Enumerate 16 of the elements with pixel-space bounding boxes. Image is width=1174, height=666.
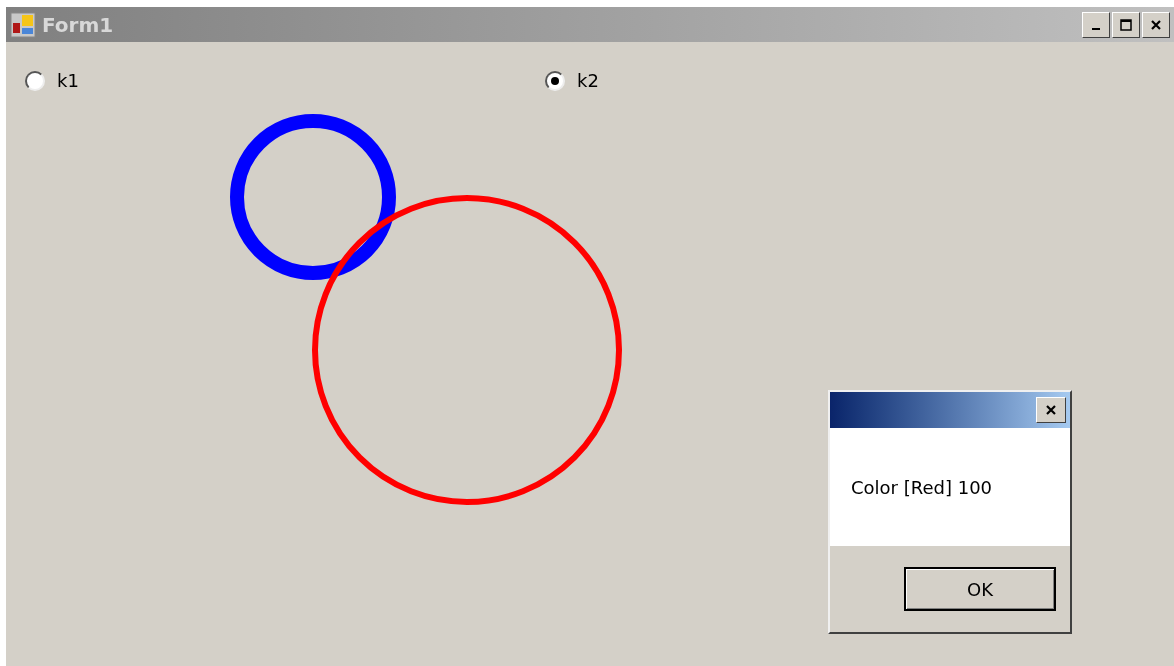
minimize-button[interactable] <box>1082 11 1110 38</box>
maximize-button[interactable] <box>1112 11 1140 38</box>
close-button[interactable] <box>1142 11 1170 38</box>
minimize-icon <box>1092 27 1100 30</box>
window-title: Form1 <box>42 11 114 39</box>
dialog-message: Color [Red] 100 <box>851 475 993 500</box>
ok-button[interactable]: OK <box>904 567 1056 611</box>
radio-option[interactable]: k2 <box>545 67 599 94</box>
radio-button[interactable] <box>25 70 45 91</box>
close-button[interactable] <box>1036 397 1066 423</box>
radio-button[interactable] <box>545 70 565 91</box>
close-icon <box>1151 19 1161 30</box>
maximize-icon <box>1120 18 1132 31</box>
app-icon <box>10 11 36 38</box>
close-icon <box>1046 405 1056 415</box>
radio-option[interactable]: k1 <box>25 67 85 94</box>
